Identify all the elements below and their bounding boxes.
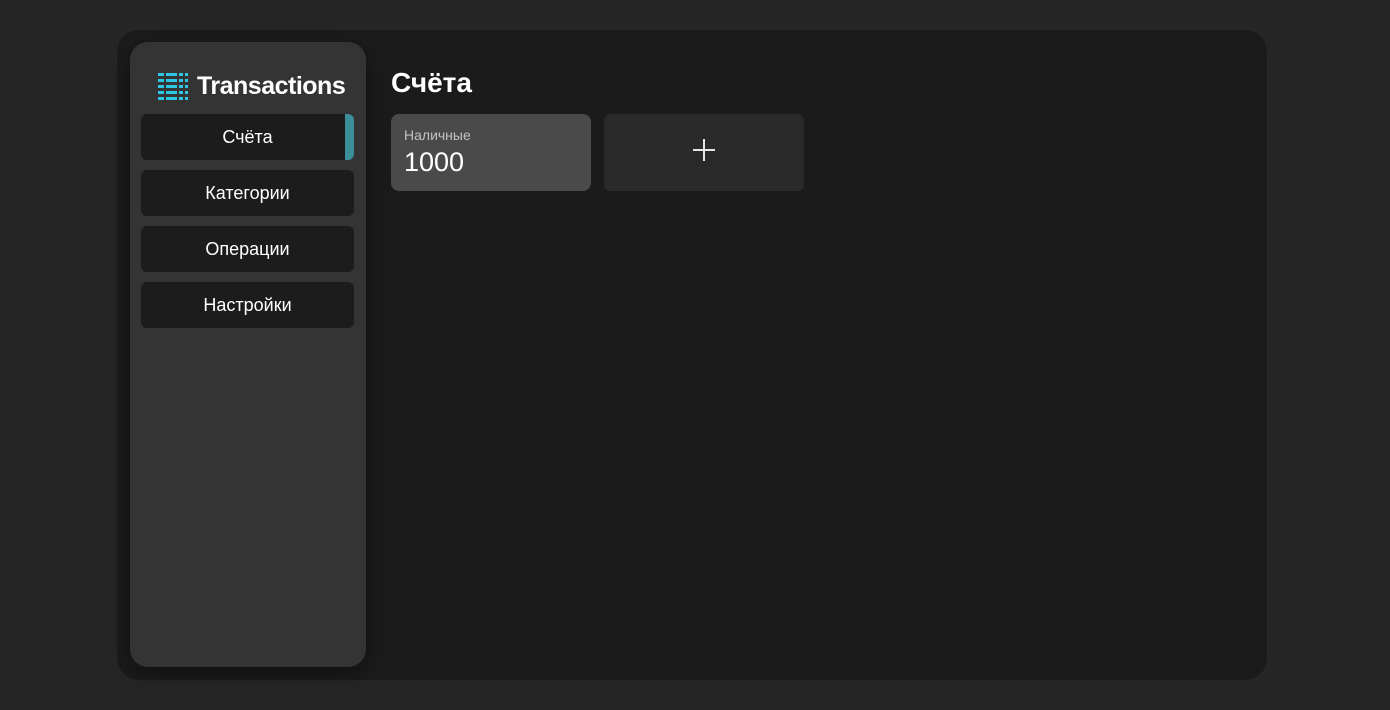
list-icon: [158, 72, 188, 100]
sidebar-item-label: Счёта: [222, 126, 273, 147]
account-name: Наличные: [404, 127, 471, 143]
app-window: Transactions Счёта Категории Операции На…: [117, 30, 1267, 680]
accounts-list: Наличные 1000: [391, 114, 804, 191]
sidebar-item-operations[interactable]: Операции: [141, 226, 354, 272]
account-card[interactable]: Наличные 1000: [391, 114, 591, 191]
sidebar-item-settings[interactable]: Настройки: [141, 282, 354, 328]
active-indicator: [345, 114, 354, 160]
sidebar-item-accounts[interactable]: Счёта: [141, 114, 354, 160]
app-title: Transactions: [197, 71, 346, 100]
page-title: Счёта: [391, 67, 472, 98]
sidebar: Transactions Счёта Категории Операции На…: [130, 42, 366, 667]
sidebar-item-categories[interactable]: Категории: [141, 170, 354, 216]
main-content: Счёта Наличные 1000: [391, 64, 804, 191]
add-account-button[interactable]: [604, 114, 804, 191]
sidebar-item-label: Операции: [205, 238, 290, 259]
plus-icon: [691, 137, 717, 168]
account-amount: 1000: [404, 147, 465, 177]
sidebar-item-label: Настройки: [203, 294, 292, 315]
brand: Transactions: [158, 70, 346, 102]
sidebar-nav: Счёта Категории Операции Настройки: [141, 114, 354, 338]
sidebar-item-label: Категории: [205, 182, 290, 203]
